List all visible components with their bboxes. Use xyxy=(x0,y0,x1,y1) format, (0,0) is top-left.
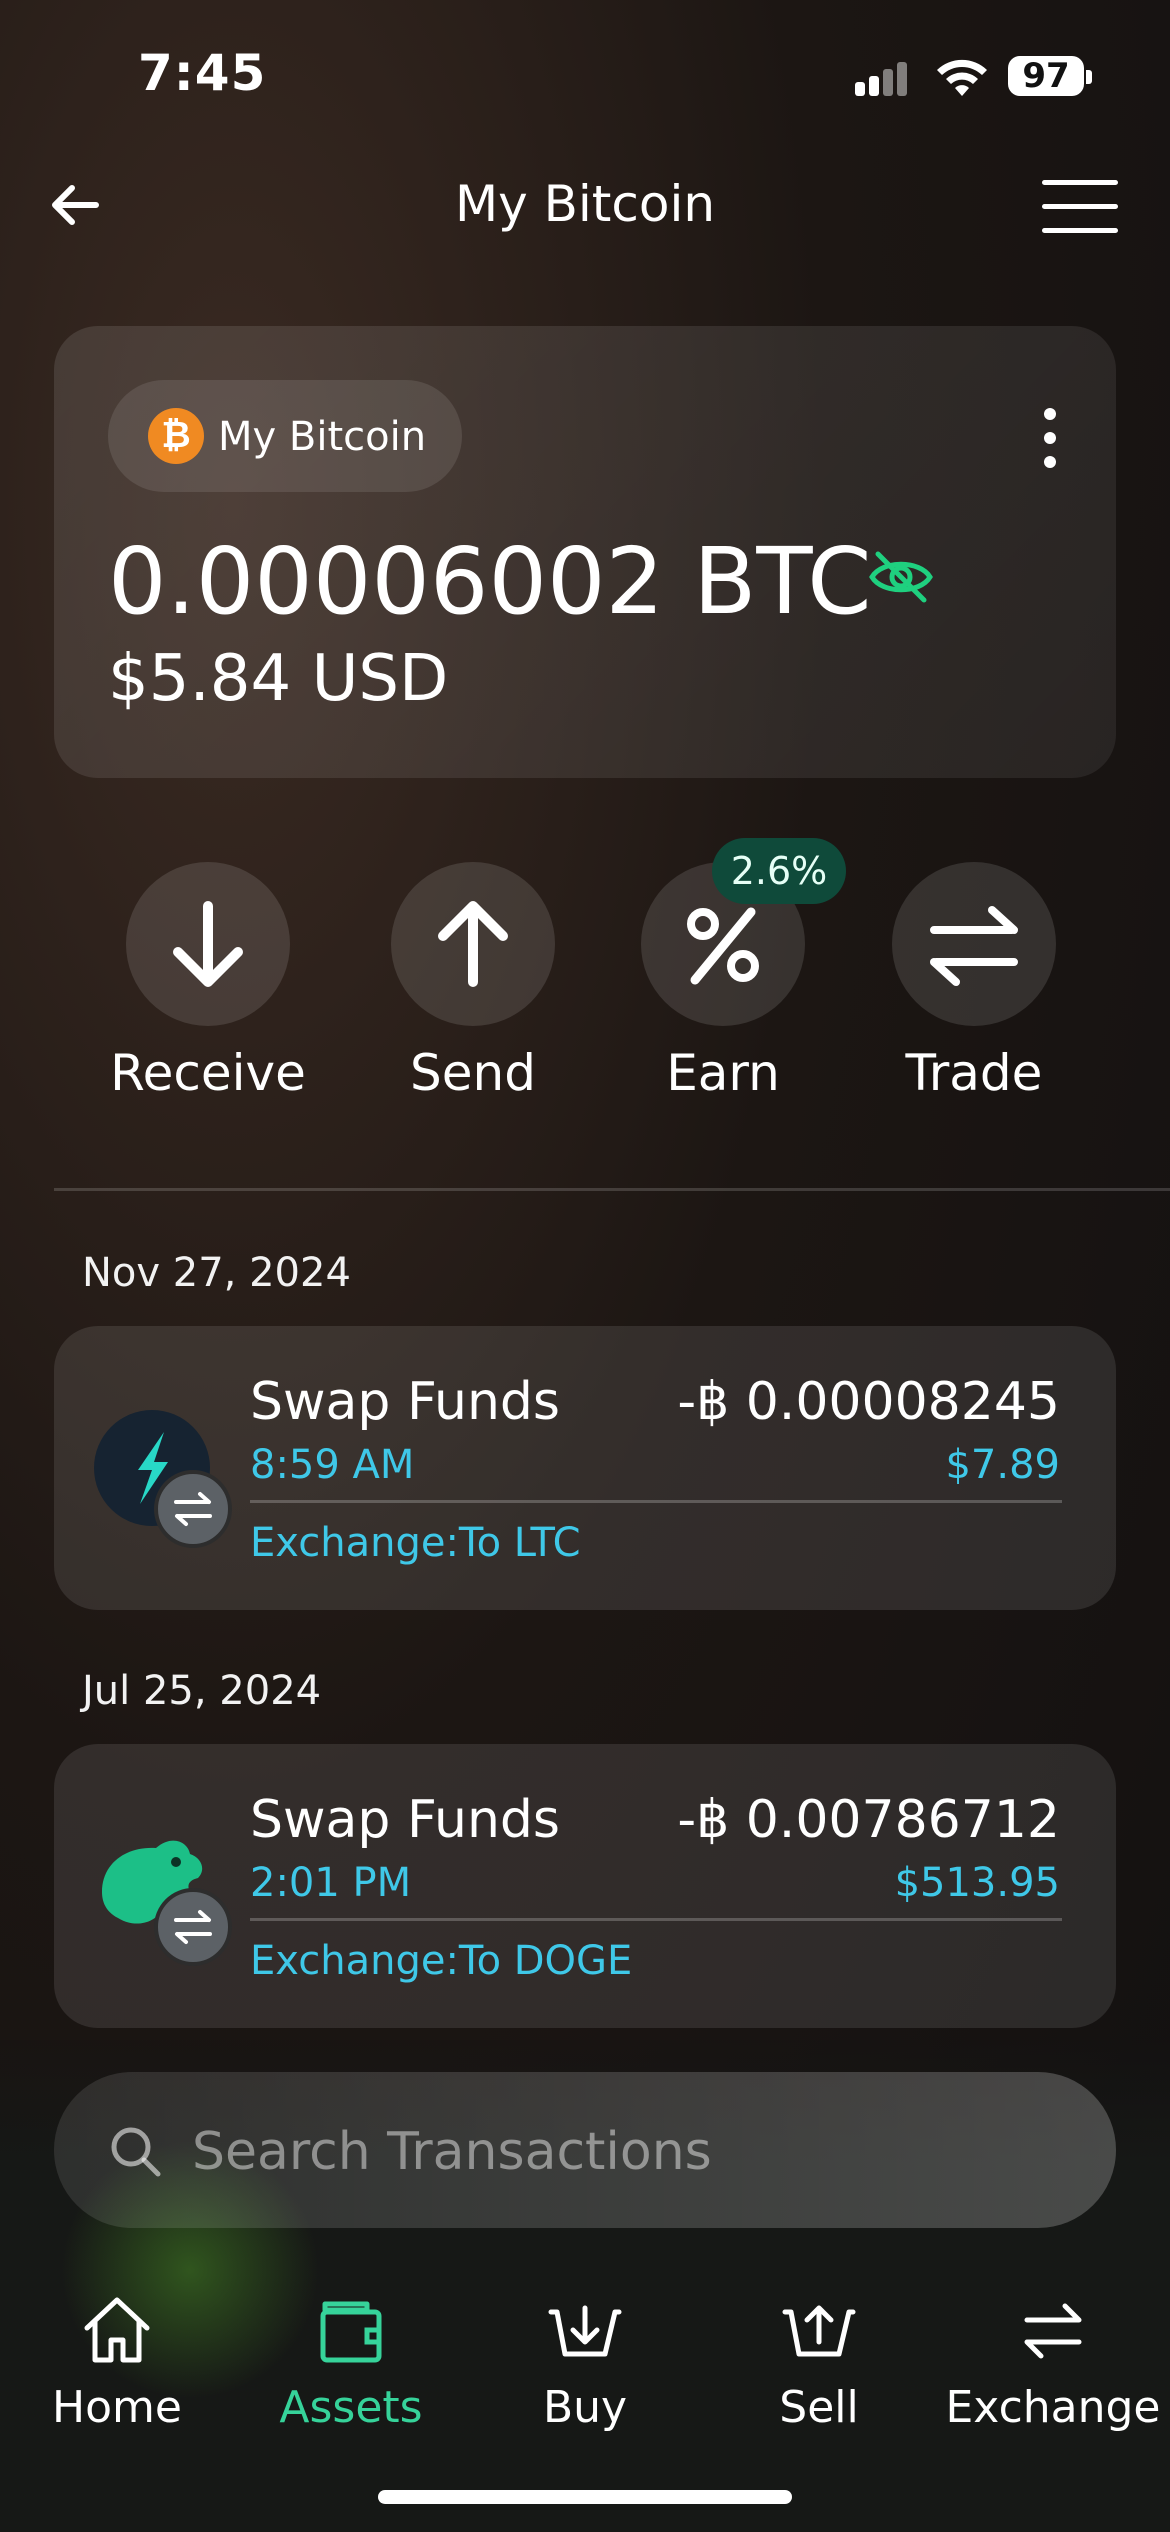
buy-basket-icon xyxy=(548,2305,622,2357)
nav-home-label: Home xyxy=(52,2382,182,2433)
asset-chip-label: My Bitcoin xyxy=(218,414,427,460)
battery-level: 97 xyxy=(1008,56,1084,96)
transaction-separator xyxy=(250,1500,1062,1503)
trade-button[interactable] xyxy=(892,862,1056,1026)
receive-label: Receive xyxy=(110,1044,306,1102)
nav-assets[interactable]: Assets xyxy=(234,2290,468,2450)
more-options-icon[interactable] xyxy=(1040,406,1060,470)
nav-assets-label: Assets xyxy=(279,2382,423,2433)
usd-balance: $5.84 USD xyxy=(108,642,449,716)
transaction-amount: -฿ 0.00008245 xyxy=(677,1372,1060,1432)
earn-rate-badge: 2.6% xyxy=(712,838,846,904)
status-time: 7:45 xyxy=(138,44,267,102)
receive-button[interactable] xyxy=(126,862,290,1026)
section-divider xyxy=(54,1188,1170,1191)
swap-badge-icon xyxy=(154,1470,232,1548)
transaction-time: 2:01 PM xyxy=(250,1860,412,1906)
page-title: My Bitcoin xyxy=(454,175,716,233)
home-icon xyxy=(84,2297,150,2363)
transaction-detail: Exchange:To DOGE xyxy=(250,1938,633,1984)
transaction-date: Nov 27, 2024 xyxy=(82,1250,351,1296)
cell-signal-icon xyxy=(855,62,915,96)
send-label: Send xyxy=(410,1044,536,1102)
arrow-down-icon xyxy=(173,901,243,987)
transaction-amount: -฿ 0.00786712 xyxy=(677,1790,1060,1850)
battery-nub xyxy=(1086,70,1092,84)
nav-buy[interactable]: Buy xyxy=(468,2290,702,2450)
transaction-title: Swap Funds xyxy=(250,1790,561,1850)
swap-badge-icon xyxy=(154,1888,232,1966)
nav-exchange-label: Exchange xyxy=(945,2382,1161,2433)
nav-sell[interactable]: Sell xyxy=(702,2290,936,2450)
transaction-usd: $7.89 xyxy=(945,1442,1060,1488)
nav-exchange[interactable]: Exchange xyxy=(936,2290,1170,2450)
nav-buy-label: Buy xyxy=(542,2382,628,2433)
send-button[interactable] xyxy=(391,862,555,1026)
earn-label: Earn xyxy=(666,1044,780,1102)
wallet-icon xyxy=(320,2301,382,2363)
eye-off-icon[interactable] xyxy=(868,548,934,606)
transaction-detail: Exchange:To LTC xyxy=(250,1520,581,1566)
transaction-time: 8:59 AM xyxy=(250,1442,415,1488)
transaction-usd: $513.95 xyxy=(894,1860,1060,1906)
transaction-date: Jul 25, 2024 xyxy=(82,1668,322,1714)
transaction-separator xyxy=(250,1918,1062,1921)
home-indicator[interactable] xyxy=(378,2490,792,2504)
exchange-icon xyxy=(1024,2303,1082,2359)
btc-balance: 0.00006002 BTC xyxy=(108,528,872,635)
sell-basket-icon xyxy=(782,2305,856,2357)
search-icon xyxy=(111,2127,161,2177)
nav-home[interactable]: Home xyxy=(0,2290,234,2450)
swap-arrows-icon xyxy=(930,906,1018,986)
nav-sell-label: Sell xyxy=(779,2382,859,2433)
wifi-icon xyxy=(937,59,987,96)
search-input[interactable] xyxy=(190,2106,1054,2198)
transaction-title: Swap Funds xyxy=(250,1372,561,1432)
bitcoin-icon: ₿ xyxy=(148,408,204,464)
trade-label: Trade xyxy=(905,1044,1043,1102)
hamburger-menu-icon[interactable] xyxy=(1042,180,1118,234)
arrow-up-icon xyxy=(438,901,508,987)
